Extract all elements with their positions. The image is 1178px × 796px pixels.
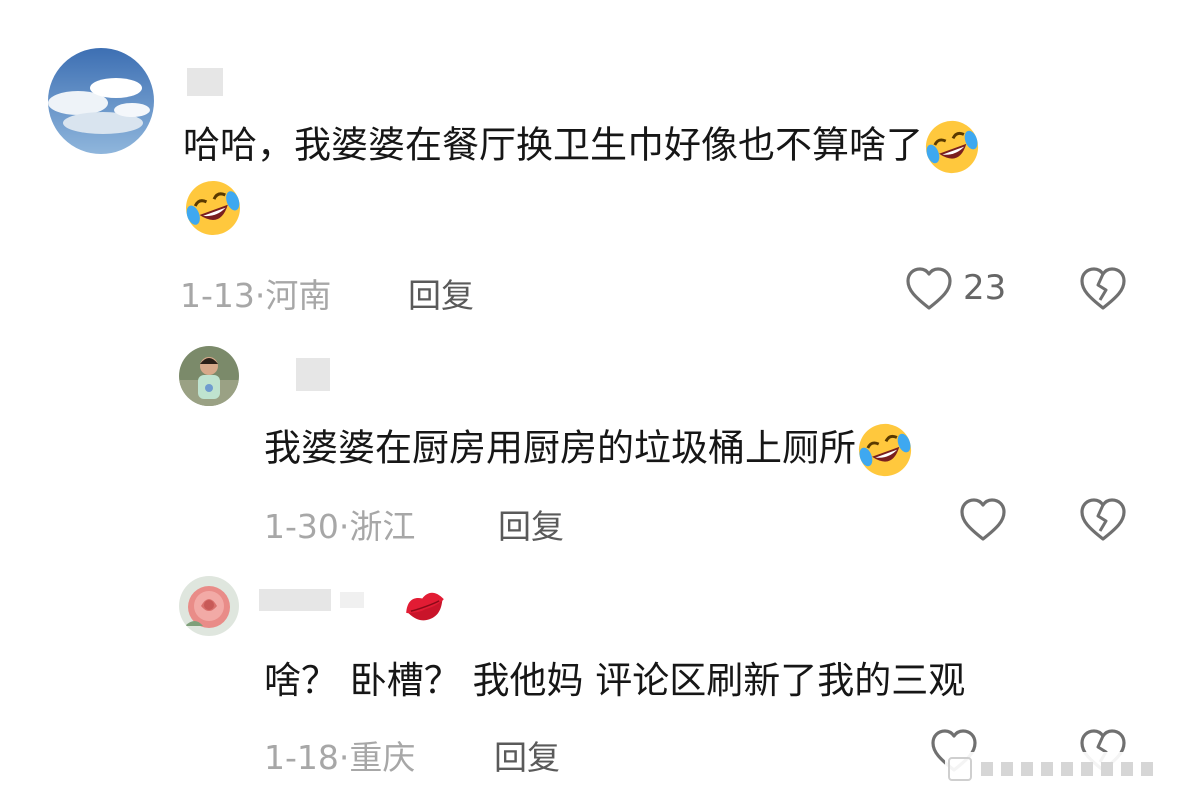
comment-location: 重庆 — [349, 738, 416, 777]
comment-date: 1-13 — [180, 276, 255, 315]
reply-button[interactable]: 回复 — [498, 500, 564, 548]
comment-text: 啥？ 卧槽？ 我他妈 评论区刷新了我的三观 — [264, 659, 966, 702]
commenter-avatar[interactable] — [179, 576, 239, 636]
meta-separator: · — [338, 507, 350, 546]
comment-location: 河南 — [265, 276, 332, 315]
rolling-laughing-emoji — [923, 118, 981, 176]
heart-icon — [959, 497, 1007, 543]
reply-button[interactable]: 回复 — [494, 731, 560, 779]
like-button[interactable] — [959, 497, 1007, 543]
heart-icon — [905, 266, 953, 312]
meta-separator: · — [338, 738, 350, 777]
comment-meta: 1-30·浙江 — [264, 500, 415, 548]
meta-separator: · — [254, 276, 266, 315]
comment-text: 我婆婆在厨房用厨房的垃圾桶上厕所 — [264, 426, 856, 470]
comment-text-block: 啥？ 卧槽？ 我他妈 评论区刷新了我的三观 — [264, 655, 965, 707]
like-count: 23 — [963, 268, 1007, 308]
broken-heart-icon — [1079, 497, 1127, 543]
comment-date: 1-18 — [264, 738, 339, 777]
like-button[interactable]: 23 — [905, 266, 1015, 312]
commenter-name-hidden[interactable] — [296, 358, 330, 391]
broken-heart-icon — [1079, 266, 1127, 312]
commenter-avatar[interactable] — [48, 48, 154, 154]
dislike-button[interactable] — [1079, 497, 1127, 543]
commenter-name-hidden[interactable] — [187, 68, 223, 96]
commenter-avatar[interactable] — [179, 346, 239, 406]
comment-text-block: 我婆婆在厨房用厨房的垃圾桶上厕所 — [264, 421, 914, 479]
dislike-button[interactable] — [1079, 266, 1127, 312]
comment-date: 1-30 — [264, 507, 339, 546]
rolling-laughing-emoji — [856, 421, 914, 479]
comment-location: 浙江 — [349, 507, 416, 546]
lips-kiss-icon — [402, 587, 448, 625]
comment-text: 哈哈，我婆婆在餐厅换卫生巾好像也不算啥了 — [183, 123, 923, 167]
commenter-name-hidden[interactable] — [340, 592, 364, 608]
comment-meta: 1-18·重庆 — [264, 731, 415, 779]
reply-button[interactable]: 回复 — [408, 269, 474, 317]
comment-meta: 1-13·河南 — [180, 269, 331, 317]
rolling-laughing-emoji — [183, 178, 243, 238]
watermark-overlay — [945, 752, 1170, 786]
comment-text-block: 哈哈，我婆婆在餐厅换卫生巾好像也不算啥了 — [183, 118, 1143, 238]
commenter-name-hidden[interactable] — [259, 589, 331, 611]
